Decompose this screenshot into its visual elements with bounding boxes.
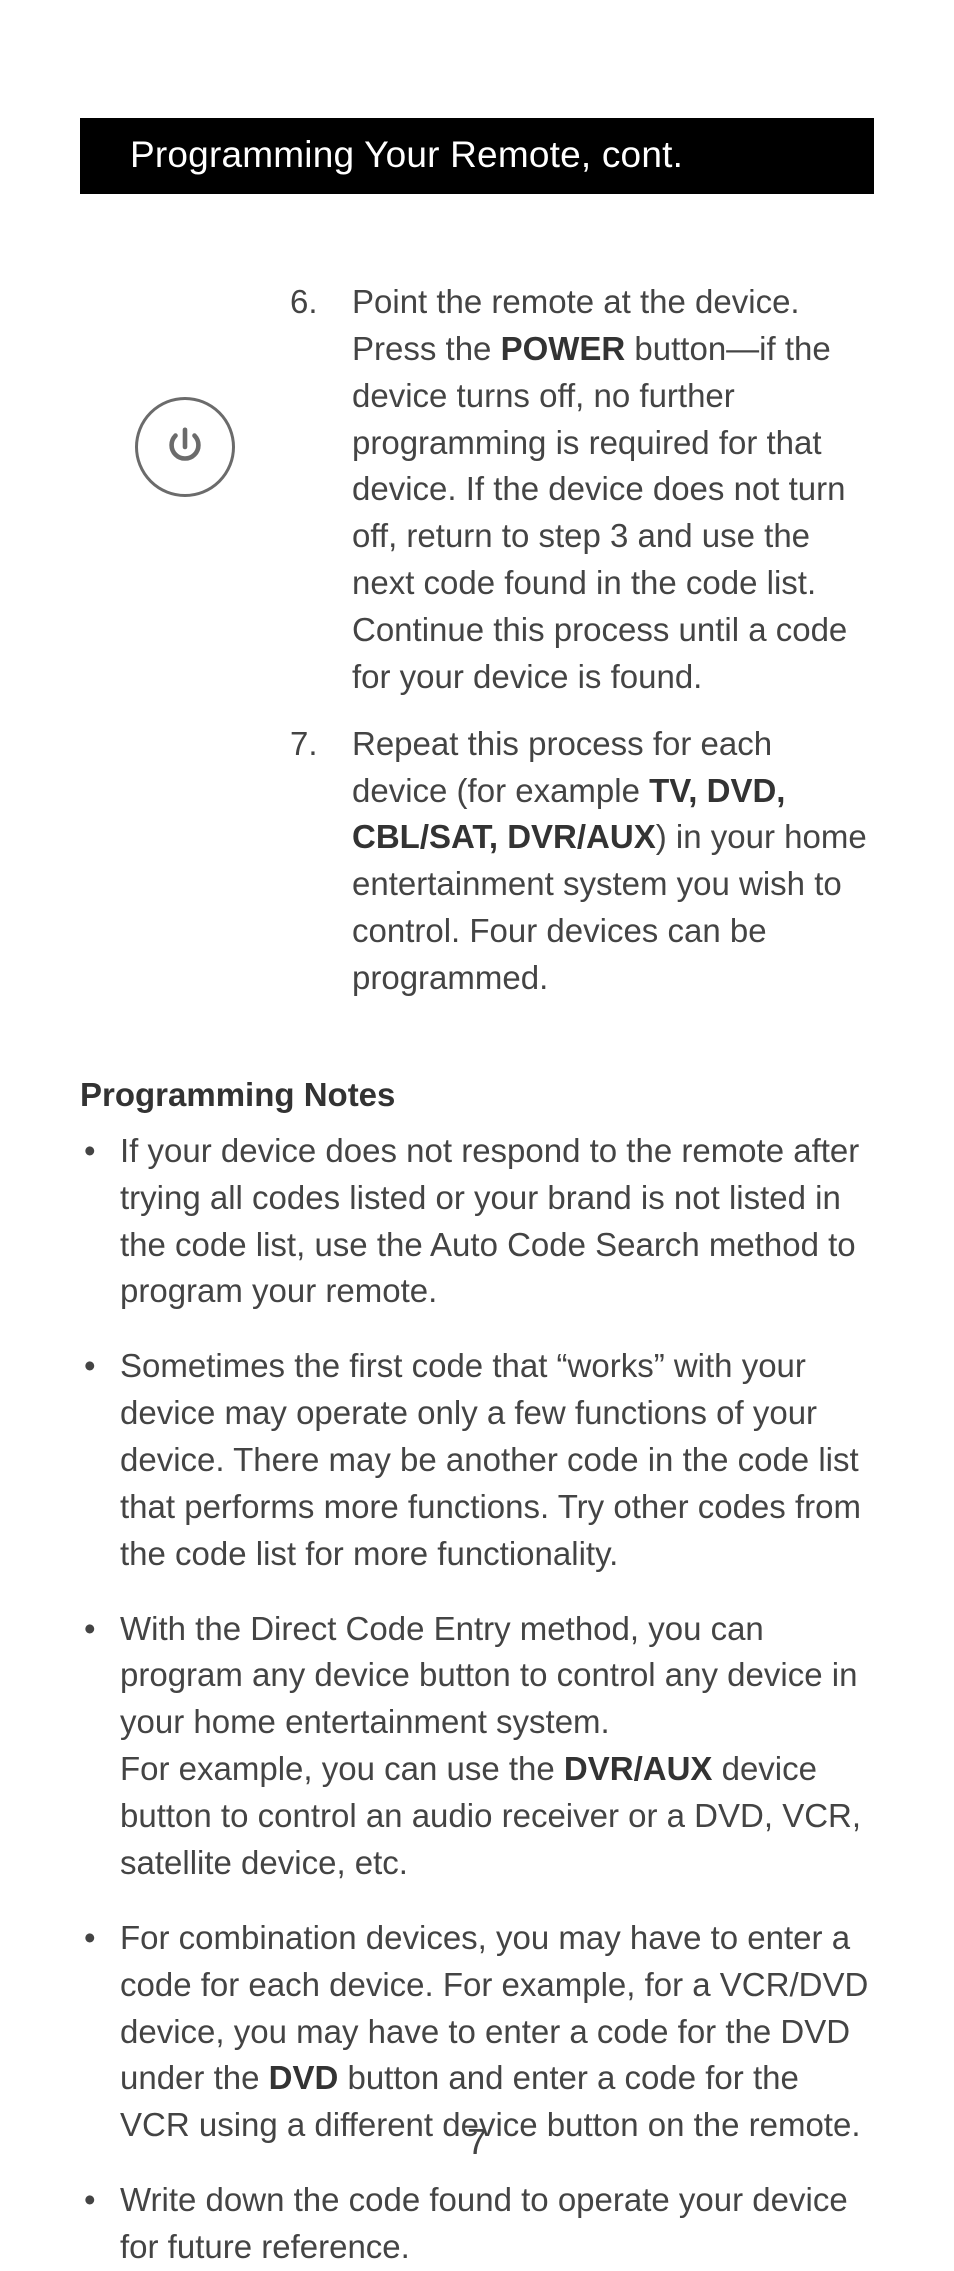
note-bold: DVD (269, 2059, 339, 2096)
step-list: Point the remote at the device. Press th… (290, 279, 874, 1002)
section-header: Programming Your Remote, cont. (80, 118, 874, 194)
step-item: Repeat this process for each device (for… (290, 721, 874, 1002)
note-text: For example, you can use the (120, 1750, 564, 1787)
step-bold: POWER (501, 330, 626, 367)
manual-page: Programming Your Remote, cont. Point the… (0, 0, 954, 2227)
note-text: With the Direct Code Entry method, you c… (120, 1610, 857, 1741)
step-text: button—if the device turns off, no furth… (352, 330, 847, 695)
note-text: Write down the code found to operate you… (120, 2181, 848, 2265)
note-item: With the Direct Code Entry method, you c… (80, 1606, 874, 1887)
note-item: Sometimes the first code that “works” wi… (80, 1343, 874, 1577)
note-item: If your device does not respond to the r… (80, 1128, 874, 1315)
section-title: Programming Your Remote, cont. (130, 134, 683, 175)
step-block: Point the remote at the device. Press th… (80, 279, 874, 1022)
notes-list: If your device does not respond to the r… (80, 1128, 874, 2271)
note-text: Sometimes the first code that “works” wi… (120, 1347, 861, 1571)
power-icon (135, 397, 235, 497)
icon-column (80, 279, 290, 497)
page-number: 7 (0, 2121, 954, 2163)
note-bold: DVR/AUX (564, 1750, 713, 1787)
steps-column: Point the remote at the device. Press th… (290, 279, 874, 1022)
note-item: Write down the code found to operate you… (80, 2177, 874, 2271)
notes-heading: Programming Notes (80, 1076, 874, 1114)
note-text: If your device does not respond to the r… (120, 1132, 859, 1310)
step-item: Point the remote at the device. Press th… (290, 279, 874, 701)
note-item: For combination devices, you may have to… (80, 1915, 874, 2149)
